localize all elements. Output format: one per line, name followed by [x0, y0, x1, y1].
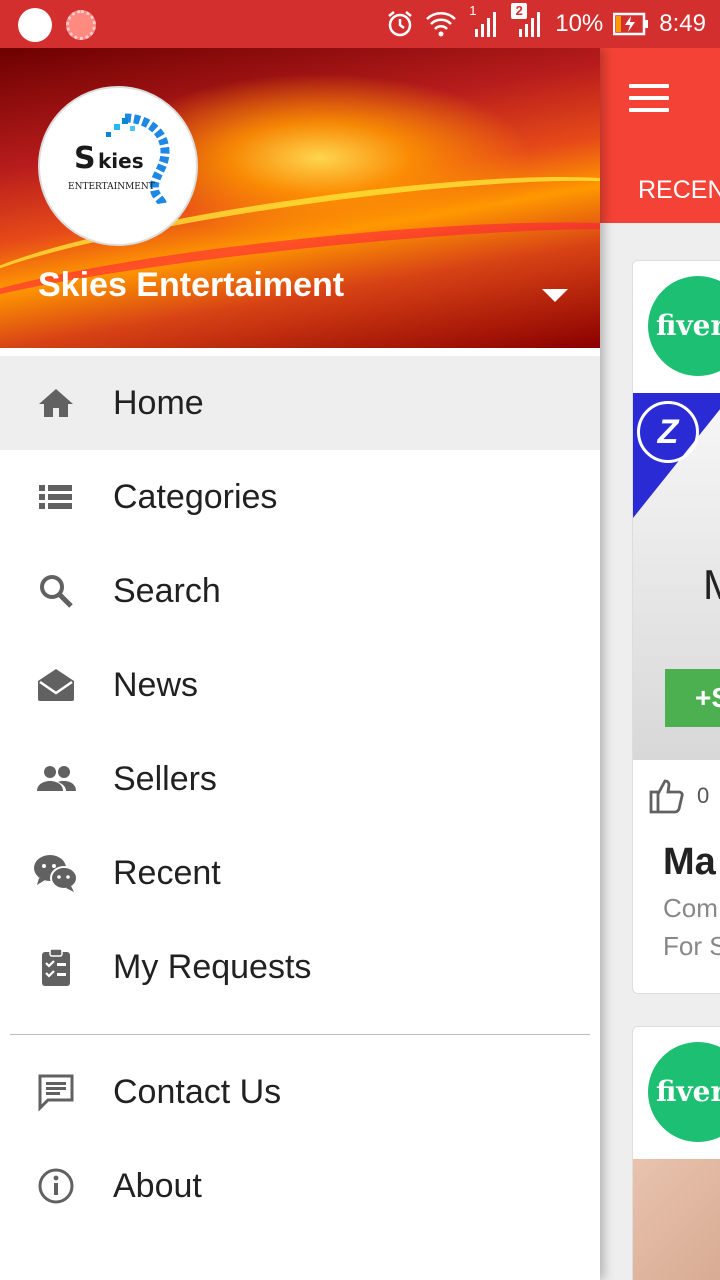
status-bar: 1 2 10% 8:49	[0, 0, 720, 48]
account-dropdown-icon[interactable]	[542, 289, 568, 302]
card-subtitle-line2: For S	[663, 931, 720, 961]
app-bar: RECEN	[600, 48, 720, 223]
people-icon	[37, 766, 76, 791]
mail-open-icon	[38, 669, 74, 701]
product-card[interactable]: fiver Z M +S 0 Ma Com For S	[632, 260, 720, 994]
drawer-header: S kies ENTERTAINMENT Skies Entertaiment	[0, 48, 600, 348]
signal-sim1-icon: 1	[467, 3, 501, 39]
drawer-item-about[interactable]: About	[0, 1139, 600, 1233]
card-image: Z M +S	[633, 393, 720, 760]
signal-sim2-icon: 2	[511, 3, 545, 39]
message-icon	[38, 1074, 74, 1112]
svg-text:ENTERTAINMENT: ENTERTAINMENT	[68, 182, 155, 192]
drawer-divider	[10, 1034, 590, 1035]
account-name: Skies Entertaiment	[38, 266, 345, 304]
info-icon	[38, 1168, 74, 1204]
battery-percent: 10%	[555, 10, 604, 37]
drawer-item-contact-us[interactable]: Contact Us	[0, 1045, 600, 1139]
like-count: 0	[697, 783, 710, 808]
brand-logo-icon: Z	[637, 401, 699, 463]
drawer-item-news[interactable]: News	[0, 638, 600, 732]
drawer-item-label: Categories	[113, 478, 278, 516]
card-image	[633, 1159, 720, 1280]
svg-text:kies: kies	[98, 149, 144, 173]
drawer-item-home[interactable]: Home	[0, 356, 600, 450]
clipboard-check-icon	[42, 948, 70, 986]
drawer-item-my-requests[interactable]: My Requests	[0, 920, 600, 1014]
clock: 8:49	[659, 10, 706, 37]
drawer-item-label: Sellers	[113, 760, 217, 798]
tab-recent[interactable]: RECEN	[638, 176, 720, 205]
fiverr-badge: fiver	[648, 1042, 720, 1142]
card-image-button: +S	[665, 669, 720, 727]
drawer-item-label: Recent	[113, 854, 221, 892]
battery-charging-icon	[613, 12, 649, 36]
navigation-drawer: S kies ENTERTAINMENT Skies Entertaiment …	[0, 48, 600, 1280]
drawer-item-sellers[interactable]: Sellers	[0, 732, 600, 826]
alarm-icon	[388, 11, 413, 37]
hamburger-menu-icon[interactable]	[629, 84, 669, 112]
drawer-item-label: My Requests	[113, 948, 312, 986]
drawer-item-label: News	[113, 666, 199, 704]
background-app: RECEN fiver Z M +S 0 Ma Com For S fiver	[600, 48, 720, 1280]
notification-dot-icon	[18, 8, 52, 42]
drawer-item-search[interactable]: Search	[0, 544, 600, 638]
fiverr-badge: fiver	[648, 276, 720, 376]
card-image-text: M	[703, 561, 720, 609]
card-title: Ma	[663, 841, 716, 883]
thumbs-up-icon[interactable]	[647, 776, 687, 816]
drawer-menu: Home Categories Search News Sellers Rece…	[0, 356, 600, 1233]
card-subtitle-line1: Com	[663, 893, 718, 923]
product-card[interactable]: fiver	[632, 1026, 720, 1280]
chat-bubbles-icon	[34, 855, 78, 892]
drawer-item-recent[interactable]: Recent	[0, 826, 600, 920]
avatar[interactable]: S kies ENTERTAINMENT	[38, 86, 198, 246]
drawer-item-label: Home	[113, 384, 204, 422]
drawer-item-label: Search	[113, 572, 221, 610]
drawer-item-label: About	[113, 1167, 202, 1205]
home-icon	[39, 389, 73, 417]
notification-badge-icon	[66, 10, 96, 40]
search-icon	[40, 575, 73, 608]
drawer-item-categories[interactable]: Categories	[0, 450, 600, 544]
drawer-item-label: Contact Us	[113, 1073, 282, 1111]
svg-text:S: S	[74, 141, 96, 176]
list-icon	[39, 485, 72, 509]
wifi-icon	[426, 12, 457, 37]
